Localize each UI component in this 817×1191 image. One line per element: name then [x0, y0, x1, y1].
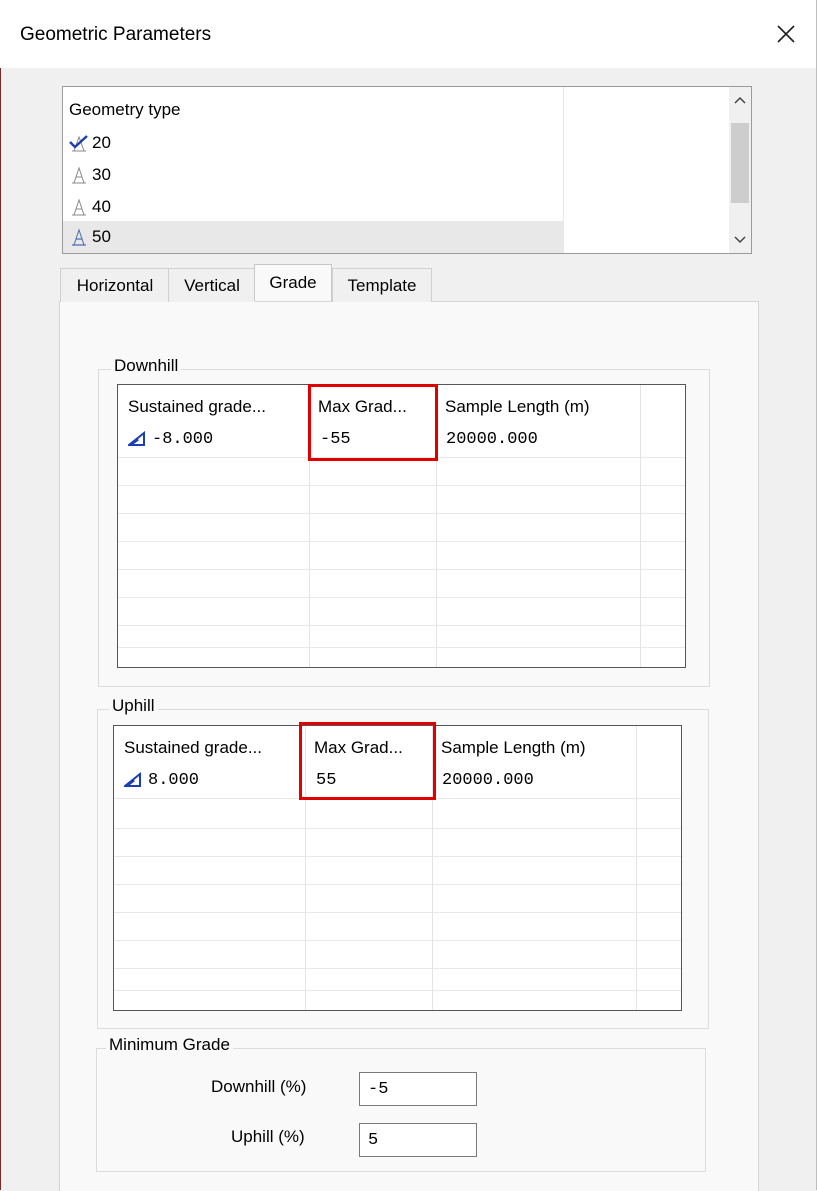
geometry-item-20[interactable]: 20 [63, 127, 728, 159]
uphill-percent-label: Uphill (%) [231, 1127, 305, 1146]
uphill-sustained-value[interactable]: 8.000 [148, 771, 199, 790]
downhill-percent-field[interactable]: -5 [359, 1072, 477, 1106]
close-icon [777, 25, 795, 43]
grid-row-line [118, 597, 685, 598]
highlight-box [299, 722, 436, 800]
uphill-percent-field[interactable]: 5 [359, 1123, 477, 1157]
column-header-sample-length[interactable]: Sample Length (m) [441, 738, 586, 758]
grid-row-line [114, 940, 681, 941]
geometry-type-header: Geometry type [69, 100, 181, 119]
downhill-sustained-value[interactable]: -8.000 [152, 430, 213, 449]
geometry-item-label: 30 [92, 165, 111, 184]
dialog-title: Geometric Parameters [20, 24, 212, 45]
geometric-parameters-dialog: Geometric Parameters Geometry type 20 30 [0, 0, 817, 1191]
chevron-up-icon [734, 96, 746, 104]
scroll-down-button[interactable] [729, 227, 751, 253]
grid-row-line [114, 856, 681, 857]
grid-row-line [118, 647, 685, 648]
column-header-sustained-grade[interactable]: Sustained grade... [124, 738, 262, 758]
tab-horizontal[interactable]: Horizontal [60, 268, 170, 302]
tab-vertical[interactable]: Vertical [168, 268, 256, 302]
geometry-icon [72, 228, 86, 246]
downhill-sample-length-value[interactable]: 20000.000 [446, 430, 538, 449]
chevron-down-icon [734, 236, 746, 244]
grid-row-line [114, 884, 681, 885]
minimum-grade-group-label: Minimum Grade [106, 1035, 233, 1055]
uphill-sample-length-value[interactable]: 20000.000 [442, 771, 534, 790]
geometry-icon [72, 198, 86, 216]
window-edge [0, 68, 1, 1190]
grid-row-line [114, 912, 681, 913]
grade-icon [124, 772, 141, 788]
grid-row-line [114, 828, 681, 829]
downhill-group-label: Downhill [111, 356, 182, 376]
grid-row-line [118, 569, 685, 570]
close-button[interactable] [755, 0, 817, 68]
title-bar: Geometric Parameters [0, 0, 817, 68]
grid-row-line [118, 485, 685, 486]
geometry-item-40[interactable]: 40 [63, 191, 728, 223]
vertical-scrollbar[interactable] [729, 87, 751, 253]
tab-grade[interactable]: Grade [254, 264, 332, 301]
grid-row-line [118, 541, 685, 542]
grade-icon [128, 431, 145, 447]
checked-geometry-icon [69, 135, 88, 152]
column-header-sample-length[interactable]: Sample Length (m) [445, 397, 590, 417]
geometry-type-list[interactable]: Geometry type 20 30 40 50 [62, 86, 752, 254]
geometry-empty-cell [564, 221, 728, 253]
column-header-sustained-grade[interactable]: Sustained grade... [128, 397, 266, 417]
grid-row-line [118, 625, 685, 626]
scroll-up-button[interactable] [729, 87, 751, 113]
highlight-box [308, 384, 438, 461]
grid-row-line [114, 968, 681, 969]
geometry-item-label: 20 [92, 133, 111, 152]
downhill-percent-label: Downhill (%) [211, 1077, 307, 1096]
grid-row-line [118, 513, 685, 514]
grid-row-line [114, 990, 681, 991]
geometry-icon [72, 166, 86, 184]
geometry-item-30[interactable]: 30 [63, 159, 728, 191]
geometry-item-label: 40 [92, 197, 111, 216]
tab-template[interactable]: Template [332, 268, 432, 302]
scrollbar-thumb[interactable] [731, 123, 749, 203]
geometry-item-label: 50 [92, 227, 111, 246]
uphill-group-label: Uphill [109, 696, 158, 716]
